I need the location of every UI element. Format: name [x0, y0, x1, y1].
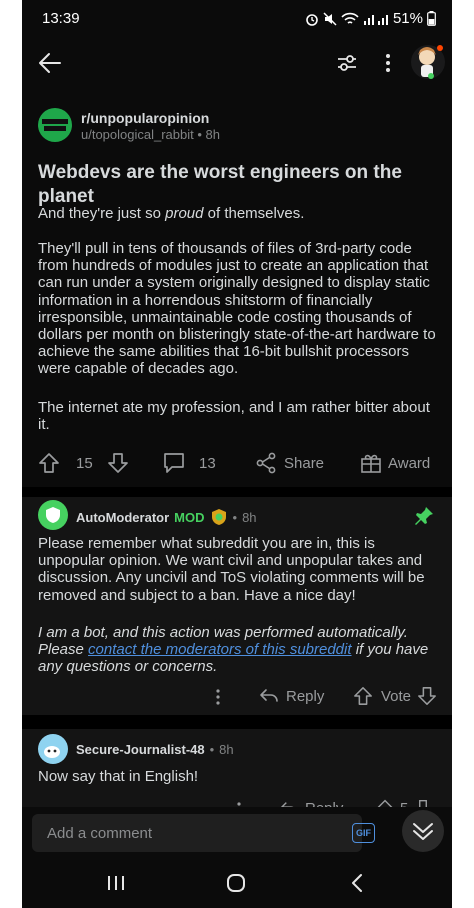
subreddit-name[interactable]: r/unpopularopinion	[81, 110, 209, 126]
user-avatar[interactable]	[410, 42, 446, 82]
post-body-p2: They'll pull in tens of thousands of fil…	[38, 240, 436, 378]
app-bar	[22, 38, 452, 90]
secure-journalist-avatar[interactable]	[38, 734, 68, 764]
post-body-p1-emphasis: proud	[165, 205, 204, 222]
subreddit-icon[interactable]	[38, 108, 72, 142]
secure-journalist-header: Secure-Journalist-48 • 8h	[76, 742, 234, 757]
post-body-p1: And they're just so proud of themselves.	[38, 205, 440, 222]
post-age: 8h	[205, 127, 221, 142]
mod-badge: MOD	[174, 509, 205, 525]
signal-icon	[363, 14, 388, 25]
gift-icon	[361, 454, 381, 473]
meta-dot: •	[197, 127, 206, 142]
comment-author[interactable]: Secure-Journalist-48	[76, 742, 205, 757]
home-button[interactable]	[226, 873, 246, 893]
comment-age: 8h	[242, 509, 257, 525]
system-nav-bar	[22, 862, 452, 908]
post-divider	[22, 487, 452, 497]
award-button[interactable]: Award	[360, 452, 430, 474]
back-arrow-icon	[39, 53, 61, 73]
more-vertical-icon	[386, 54, 390, 72]
automod-comment-text: Please remember what subreddit you are i…	[38, 535, 425, 604]
alarm-icon	[306, 13, 318, 26]
pinned-indicator	[414, 506, 434, 526]
overflow-menu-button[interactable]	[384, 52, 392, 74]
system-back-button[interactable]	[350, 873, 364, 893]
comment-divider	[22, 715, 452, 729]
post-body-p3: The internet ate my profession, and I am…	[38, 399, 430, 434]
reply-arrow-icon	[260, 689, 278, 702]
double-chevron-down-icon	[413, 823, 433, 840]
share-label: Share	[284, 454, 325, 472]
share-button[interactable]: Share	[255, 452, 324, 474]
downvote-button[interactable]	[107, 452, 129, 474]
shield-icon	[38, 500, 68, 530]
sort-filter-button[interactable]	[336, 52, 358, 74]
snoo-avatar-icon	[38, 734, 68, 764]
battery-icon	[427, 11, 436, 26]
chevron-left-icon	[352, 874, 362, 892]
vote-label: Vote	[381, 687, 412, 705]
downvote-arrow-icon	[107, 453, 128, 473]
reply-button[interactable]: Reply	[259, 686, 324, 706]
home-icon	[227, 874, 245, 892]
comment-upvote-button[interactable]	[353, 686, 373, 706]
downvote-arrow-icon	[418, 687, 436, 705]
post-body-p1-text: And they're just so	[38, 205, 166, 222]
mod-shield-badge-icon	[211, 509, 226, 525]
award-label: Award	[388, 454, 431, 472]
automod-avatar[interactable]	[38, 500, 68, 530]
upvote-arrow-icon	[39, 453, 59, 473]
contact-moderators-link[interactable]: contact the moderators of this subreddit	[88, 641, 351, 658]
unpopularopinion-logo-icon	[38, 108, 72, 142]
reddit-post-screen: 13:39 51% r/unpopularopinion u/topologic…	[22, 0, 452, 908]
bot-please: Please	[38, 641, 89, 659]
mute-icon	[323, 11, 337, 26]
comment-automoderator	[22, 497, 452, 715]
share-icon	[256, 452, 276, 474]
comment-age-dot: •	[209, 742, 215, 757]
comment-age-dot: •	[232, 509, 238, 525]
avatar-icon	[411, 45, 445, 79]
upvote-arrow-icon	[354, 687, 372, 705]
comment-count: 13	[199, 454, 216, 472]
comment-downvote-button[interactable]	[417, 686, 437, 706]
status-time: 13:39	[42, 10, 80, 27]
status-icons: 51%	[305, 10, 436, 27]
automod-bot-note: I am a bot, and this action was performe…	[38, 624, 438, 676]
recent-apps-button[interactable]	[106, 874, 126, 892]
sliders-icon	[338, 55, 356, 71]
comment-age: 8h	[219, 742, 234, 757]
post-author[interactable]: u/topological_rabbit	[81, 127, 194, 142]
upvote-button[interactable]	[38, 452, 60, 474]
add-comment-field[interactable]: Add a comment GIF	[32, 814, 375, 852]
automod-header: AutoModerator MOD • 8h	[76, 508, 257, 526]
bot-disclaimer: I am a bot, and this action was performe…	[38, 624, 408, 641]
recent-apps-icon	[108, 876, 124, 890]
post-body-p1-end: of themselves.	[203, 205, 305, 222]
gif-button[interactable]: GIF	[352, 823, 375, 843]
post-title: Webdevs are the worst engineers on the p…	[38, 162, 402, 207]
comment-more-button[interactable]	[215, 688, 221, 706]
comment-author[interactable]: AutoModerator	[76, 510, 169, 525]
reply-label: Reply	[286, 687, 325, 705]
collapse-thread-button[interactable]	[402, 810, 444, 852]
post-meta: u/topological_rabbit • 8h	[81, 127, 220, 142]
post-vote-count: 15	[76, 454, 93, 472]
more-vertical-icon	[216, 689, 220, 705]
battery-percent: 51%	[392, 10, 423, 27]
status-bar: 13:39 51%	[22, 0, 452, 38]
pin-icon	[415, 507, 433, 525]
comment-bubble-icon	[164, 453, 184, 473]
wifi-icon	[341, 12, 359, 24]
back-button[interactable]	[38, 52, 62, 74]
add-comment-placeholder: Add a comment	[47, 825, 153, 842]
post-vote-bar: 15	[38, 452, 129, 474]
secure-journalist-comment-text: Now say that in English!	[38, 768, 199, 785]
comment-vote-bar: Vote	[353, 686, 437, 706]
comments-button[interactable]: 13	[163, 452, 216, 474]
